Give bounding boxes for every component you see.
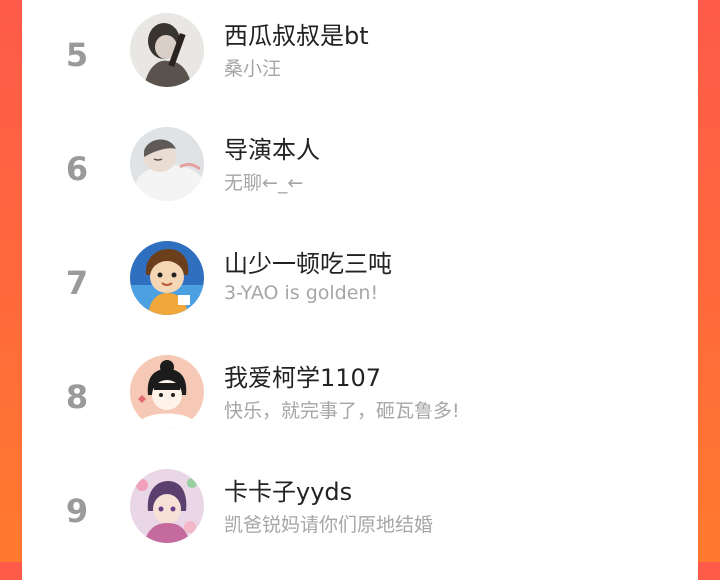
user-subtitle: 桑小汪 [224,58,282,80]
avatar-cartoon-kid-icon[interactable] [130,241,204,315]
ranking-row[interactable]: 6 导演本人 无聊←_← [22,122,698,222]
ranking-card: 5 西瓜叔叔是bt 桑小汪 6 导演本人 无聊←_← 7 山少一顿吃三吨 3-Y… [22,0,698,580]
user-name: 卡卡子yyds [224,478,353,506]
ranking-row[interactable]: 7 山少一顿吃三吨 3-YAO is golden! [22,236,698,336]
user-name: 我爱柯学1107 [224,364,382,392]
user-subtitle: 3-YAO is golden! [224,282,379,304]
rank-number: 8 [65,378,89,416]
user-name: 导演本人 [224,136,320,164]
rank-number: 5 [65,36,89,74]
user-name: 西瓜叔叔是bt [224,22,369,50]
avatar-ink-sketch-icon[interactable] [130,13,204,87]
ranking-row[interactable]: 5 西瓜叔叔是bt 桑小汪 [22,8,698,108]
rank-number: 6 [65,150,89,188]
rank-number: 9 [65,492,89,530]
avatar-sleeping-boy-icon[interactable] [130,127,204,201]
user-subtitle: 无聊←_← [224,172,304,194]
user-name: 山少一顿吃三吨 [224,250,392,278]
avatar-bun-girl-icon[interactable] [130,355,204,429]
ranking-row[interactable]: 8 我爱柯学1107 快乐，就完事了，砸瓦鲁多! [22,350,698,450]
user-subtitle: 凯爸锐妈请你们原地结婚 [224,514,434,536]
avatar-colorful-anime-icon[interactable] [130,469,204,543]
user-subtitle: 快乐，就完事了，砸瓦鲁多! [224,400,460,422]
ranking-row[interactable]: 9 卡卡子yyds 凯爸锐妈请你们原地结婚 [22,464,698,564]
rank-number: 7 [65,264,89,302]
